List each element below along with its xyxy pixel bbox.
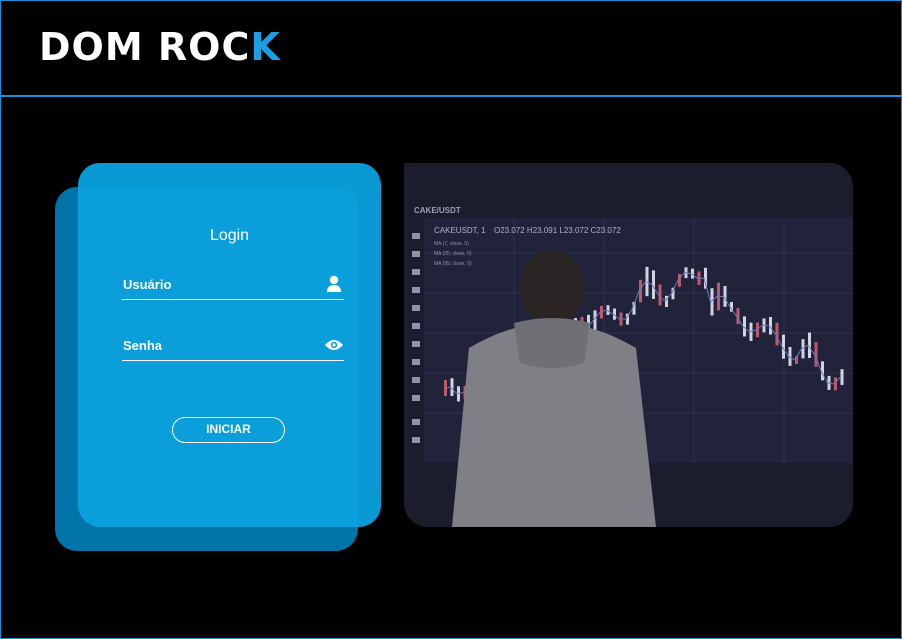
eye-icon[interactable] bbox=[324, 335, 344, 355]
username-label: Usuário bbox=[123, 276, 172, 292]
logo-k-mark: K bbox=[250, 25, 281, 69]
hero-ma-2: MA (25, close, 0) bbox=[434, 251, 472, 257]
hero-candle bbox=[840, 369, 844, 385]
password-label: Senha bbox=[123, 337, 163, 353]
username-field[interactable]: Usuário bbox=[122, 269, 344, 300]
password-field[interactable]: Senha bbox=[122, 330, 344, 361]
login-submit-button[interactable]: INICIAR bbox=[172, 417, 285, 443]
user-icon bbox=[324, 274, 344, 294]
hero-image: CAKE/USDT CAKEUSDT, 1 O23.072 H23.091 L2… bbox=[404, 163, 853, 527]
hero-pair: CAKEUSDT, 1 bbox=[434, 226, 486, 235]
hero-ohlc: O23.072 H23.091 L23.072 C23.072 bbox=[494, 226, 621, 235]
login-title: Login bbox=[209, 227, 250, 244]
hero-ma-3: MA (99, close, 0) bbox=[434, 261, 472, 267]
header-bar: DOM ROC K bbox=[1, 1, 901, 97]
hero-trading-scene: CAKE/USDT CAKEUSDT, 1 O23.072 H23.091 L2… bbox=[404, 163, 853, 527]
hero-ma-1: MA (7, close, 0) bbox=[434, 241, 469, 247]
hero-ticker: CAKE/USDT bbox=[414, 206, 461, 215]
brand-logo: DOM ROC K bbox=[39, 25, 281, 69]
logo-text: DOM ROC bbox=[39, 25, 251, 69]
